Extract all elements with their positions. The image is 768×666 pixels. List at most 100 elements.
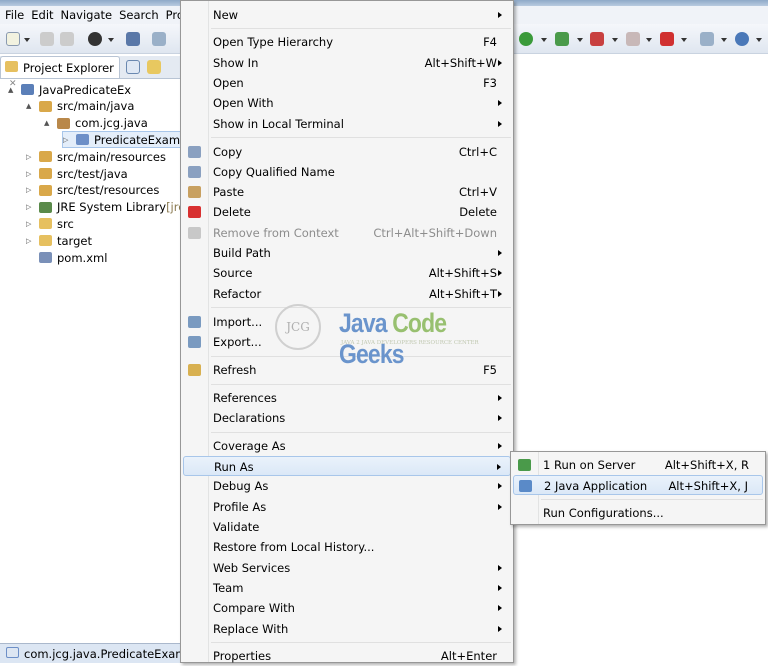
menu-item-label: Coverage As	[213, 438, 286, 453]
menu-item-label: Export...	[213, 334, 262, 349]
menu-item-team[interactable]: Team	[183, 578, 511, 598]
run-icon[interactable]	[519, 32, 533, 46]
menu-item-paste[interactable]: Paste Ctrl+V	[183, 182, 511, 202]
menu-item-show-in-local-terminal[interactable]: Show in Local Terminal	[183, 114, 511, 134]
submenu-arrow-icon	[498, 11, 502, 18]
menu-item-copy-qualified-name[interactable]: Copy Qualified Name	[183, 162, 511, 182]
menu-item-properties[interactable]: Properties Alt+Enter	[183, 646, 511, 666]
menu-item-open-with[interactable]: Open With	[183, 93, 511, 113]
tree-item-com-jcg-java[interactable]: ▲ com.jcg.java	[44, 115, 148, 132]
debug-server-icon[interactable]	[590, 32, 604, 46]
menu-item-label: 2 Java Application	[544, 479, 648, 494]
external-tools-dropdown-icon[interactable]	[681, 38, 687, 42]
new-icon[interactable]	[6, 32, 20, 46]
delete-icon	[188, 206, 201, 219]
menu-item-compare-with[interactable]: Compare With	[183, 598, 511, 618]
stop-icon[interactable]	[626, 32, 640, 46]
menu-item-run-configurations[interactable]: Run Configurations...	[513, 503, 763, 523]
menu-item-2-java-application[interactable]: 2 Java Application Alt+Shift+X, J	[513, 475, 763, 496]
menu-edit[interactable]: Edit	[29, 6, 58, 24]
collapse-all-icon[interactable]	[126, 60, 140, 74]
java-file-icon	[76, 134, 89, 146]
tree-item-target[interactable]: ▷ target	[26, 232, 92, 249]
debug-server-dropdown-icon[interactable]	[612, 38, 618, 42]
tree-item-src-main-java[interactable]: ▲ src/main/java	[26, 98, 134, 115]
twisty-icon[interactable]: ▷	[26, 153, 36, 161]
new-dropdown-icon[interactable]	[24, 38, 30, 42]
terminal-icon[interactable]	[126, 32, 140, 46]
menu-item-declarations[interactable]: Declarations	[183, 408, 511, 428]
menu-item-shortcut: Alt+Shift+X, J	[668, 479, 748, 494]
tree-item-jre-system-library[interactable]: ▷JRE System Library [jre1.8	[26, 199, 204, 216]
save-icon[interactable]	[40, 32, 54, 46]
menu-item-copy[interactable]: Copy Ctrl+C	[183, 142, 511, 162]
menu-file[interactable]: File	[3, 6, 29, 24]
source-folder-icon	[39, 100, 52, 112]
tree-item-label: src/test/resources	[57, 183, 160, 198]
twisty-icon[interactable]: ▲	[8, 86, 18, 94]
menu-item-source[interactable]: Source Alt+Shift+S	[183, 263, 511, 283]
menu-item-open[interactable]: Open F3	[183, 73, 511, 93]
menu-item-label: Declarations	[213, 410, 286, 425]
menu-item-profile-as[interactable]: Profile As	[183, 497, 511, 517]
menu-item-open-type-hierarchy[interactable]: Open Type Hierarchy F4	[183, 32, 511, 52]
stop-dropdown-icon[interactable]	[646, 38, 652, 42]
menu-item-refactor[interactable]: Refactor Alt+Shift+T	[183, 284, 511, 304]
twisty-icon[interactable]: ▷	[26, 237, 36, 245]
menu-item-restore-from-local-history[interactable]: Restore from Local History...	[183, 537, 511, 557]
new-service-icon[interactable]	[735, 32, 749, 46]
tree-item-label: target	[57, 233, 92, 248]
tree-item-src-test-java[interactable]: ▷ src/test/java	[26, 165, 128, 182]
run-server-dropdown-icon[interactable]	[577, 38, 583, 42]
menu-item-validate[interactable]: Validate	[183, 517, 511, 537]
menu-item-shortcut: Alt+Shift+X, R	[664, 458, 749, 472]
submenu-arrow-icon	[498, 605, 502, 612]
twisty-icon[interactable]: ▷	[26, 170, 36, 178]
twisty-icon[interactable]: ▲	[44, 119, 54, 127]
save-all-icon[interactable]	[60, 32, 74, 46]
link-with-editor-icon[interactable]	[147, 60, 161, 74]
perspective-icon[interactable]	[88, 32, 102, 46]
menu-item-export[interactable]: Export...	[183, 332, 511, 352]
tree-item-javapredicateex[interactable]: ▲ JavaPredicateEx	[8, 81, 131, 98]
perspective-dropdown-icon[interactable]	[108, 38, 114, 42]
new-server-dropdown-icon[interactable]	[721, 38, 727, 42]
tree-item-src[interactable]: ▷ src	[26, 215, 74, 232]
tree-item-src-main-resources[interactable]: ▷ src/main/resources	[26, 148, 166, 165]
menu-item-replace-with[interactable]: Replace With	[183, 619, 511, 639]
menu-item-build-path[interactable]: Build Path	[183, 243, 511, 263]
menu-item-label: Remove from Context	[213, 225, 339, 240]
menu-item-shortcut: Ctrl+V	[459, 185, 497, 200]
tree-item-pom-xml[interactable]: pom.xml	[26, 249, 107, 266]
menu-item-label: Validate	[213, 520, 260, 534]
tab-project-explorer[interactable]: Project Explorer ✕	[0, 56, 120, 89]
menu-item-run-as[interactable]: Run As	[183, 456, 511, 477]
menu-item-coverage-as[interactable]: Coverage As	[183, 436, 511, 456]
twisty-icon[interactable]: ▷	[26, 220, 36, 228]
menu-navigate[interactable]: Navigate	[59, 6, 118, 24]
menu-item-debug-as[interactable]: Debug As	[183, 476, 511, 496]
menu-item-web-services[interactable]: Web Services	[183, 558, 511, 578]
new-server-icon[interactable]	[700, 32, 714, 46]
menu-item-delete[interactable]: Delete Delete	[183, 202, 511, 222]
twisty-icon[interactable]: ▷	[26, 186, 36, 194]
menu-item-new[interactable]: New	[183, 5, 511, 25]
menu-item-1-run-on-server[interactable]: 1 Run on Server Alt+Shift+X, R	[513, 455, 763, 475]
external-tools-icon[interactable]	[660, 32, 674, 46]
menu-item-references[interactable]: References	[183, 388, 511, 408]
menu-search[interactable]: Search	[117, 6, 164, 24]
menu-separator	[211, 642, 511, 644]
run-dropdown-icon[interactable]	[541, 38, 547, 42]
tree-item-src-test-resources[interactable]: ▷ src/test/resources	[26, 182, 159, 199]
run-server-icon[interactable]	[555, 32, 569, 46]
twisty-icon[interactable]: ▲	[26, 102, 36, 110]
menu-item-label: Open With	[213, 96, 274, 111]
twisty-icon[interactable]: ▷	[63, 136, 73, 144]
new-service-dropdown-icon[interactable]	[756, 38, 762, 42]
menu-item-label: Run Configurations...	[543, 506, 664, 521]
menu-item-import[interactable]: Import...	[183, 312, 511, 332]
twisty-icon[interactable]: ▷	[26, 203, 36, 211]
menu-item-refresh[interactable]: Refresh F5	[183, 360, 511, 380]
pin-icon[interactable]	[152, 32, 166, 46]
menu-item-show-in[interactable]: Show In Alt+Shift+W	[183, 53, 511, 73]
